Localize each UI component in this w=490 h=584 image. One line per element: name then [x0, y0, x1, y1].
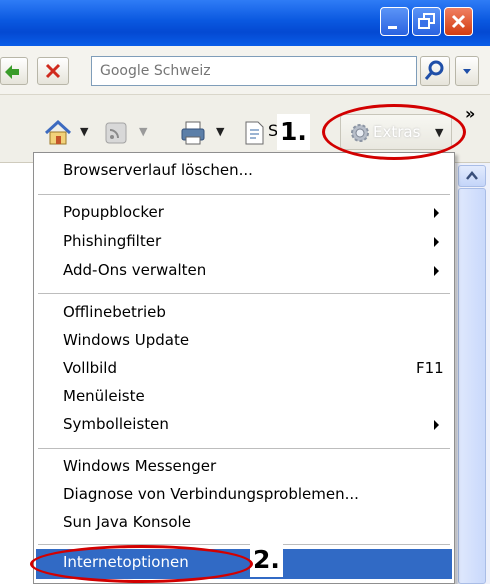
menu-item-label: Vollbild	[63, 359, 117, 377]
submenu-arrow-icon	[434, 266, 439, 276]
submenu-arrow-icon	[434, 237, 439, 247]
refresh-icon	[5, 65, 19, 79]
chevron-down-icon: ▼	[435, 126, 444, 139]
home-button[interactable]	[42, 118, 74, 148]
menu-separator	[38, 194, 450, 195]
step-1-annotation: 1.	[277, 114, 310, 150]
window-titlebar	[0, 0, 490, 46]
search-options-button[interactable]	[455, 56, 479, 86]
stop-icon	[45, 63, 61, 79]
menu-item-label: Sun Java Konsole	[63, 513, 191, 531]
scroll-thumb[interactable]	[458, 188, 486, 584]
print-dropdown[interactable]: ▼	[216, 125, 224, 138]
menu-item-windows-update[interactable]: Windows Update	[36, 327, 452, 357]
extras-menu: Browserverlauf löschen... Popupblocker P…	[33, 152, 455, 584]
menu-item-label: Symbolleisten	[63, 415, 169, 433]
menu-item-internetoptionen[interactable]: Internetoptionen	[36, 549, 452, 579]
extras-label: Extras	[373, 123, 421, 141]
chevron-up-icon	[466, 171, 478, 180]
close-button[interactable]	[444, 7, 473, 36]
menu-item-popupblocker[interactable]: Popupblocker	[36, 199, 452, 229]
step-2-annotation: 2.	[250, 543, 283, 577]
menu-item-menueleiste[interactable]: Menüleiste	[36, 383, 452, 413]
menu-item-label: Windows Update	[63, 331, 190, 349]
menu-item-label: Menüleiste	[63, 387, 145, 405]
page-button[interactable]	[242, 118, 268, 148]
menu-item-vollbild[interactable]: Vollbild F11	[36, 355, 452, 385]
home-icon	[44, 119, 72, 145]
toolbar-overflow-button[interactable]: »	[465, 104, 475, 123]
menu-item-label: Offlinebetrieb	[63, 303, 166, 321]
menu-item-offlinebetrieb[interactable]: Offlinebetrieb	[36, 299, 452, 329]
stop-button[interactable]	[37, 57, 69, 85]
chevron-down-icon	[463, 69, 471, 74]
submenu-arrow-icon	[434, 420, 439, 430]
restore-button[interactable]	[412, 7, 441, 36]
feeds-dropdown[interactable]: ▼	[139, 125, 147, 138]
minimize-button[interactable]	[380, 7, 409, 36]
restore-icon	[418, 13, 435, 29]
printer-icon	[181, 121, 205, 145]
rss-icon	[105, 122, 127, 144]
submenu-arrow-icon	[434, 208, 439, 218]
menu-separator	[38, 544, 450, 545]
menu-item-label: Add-Ons verwalten	[63, 261, 207, 279]
menu-item-shortcut: F11	[416, 359, 444, 377]
menu-item-label: Windows Messenger	[63, 457, 217, 475]
close-icon	[451, 14, 466, 29]
home-dropdown[interactable]: ▼	[80, 125, 88, 138]
refresh-button[interactable]	[0, 57, 28, 85]
scroll-up-button[interactable]	[458, 165, 486, 187]
menu-item-browserverlauf[interactable]: Browserverlauf löschen...	[36, 157, 452, 187]
menu-item-label: Popupblocker	[63, 203, 164, 221]
menu-item-windows-messenger[interactable]: Windows Messenger	[36, 453, 452, 483]
page-icon	[245, 121, 264, 145]
feeds-button[interactable]	[103, 120, 131, 146]
search-icon	[424, 60, 444, 80]
menu-item-phishingfilter[interactable]: Phishingfilter	[36, 228, 452, 258]
search-input[interactable]	[91, 56, 417, 86]
menu-item-label: Diagnose von Verbindungsproblemen...	[63, 485, 359, 503]
menu-item-label: Phishingfilter	[63, 232, 162, 250]
menu-item-symbolleisten[interactable]: Symbolleisten	[36, 411, 452, 441]
menu-item-add-ons[interactable]: Add-Ons verwalten	[36, 257, 452, 287]
menu-item-label: Internetoptionen	[63, 553, 189, 571]
menu-item-diagnose[interactable]: Diagnose von Verbindungsproblemen...	[36, 481, 452, 511]
extras-button[interactable]: Extras ▼	[340, 114, 452, 150]
search-button[interactable]	[420, 56, 450, 86]
gear-icon	[351, 124, 369, 142]
menu-separator	[38, 293, 450, 294]
menu-item-sun-java-konsole[interactable]: Sun Java Konsole	[36, 509, 452, 539]
menu-item-label: Browserverlauf löschen...	[63, 161, 253, 179]
menu-separator	[38, 448, 450, 449]
minimize-icon	[388, 26, 397, 29]
print-button[interactable]	[178, 118, 208, 148]
